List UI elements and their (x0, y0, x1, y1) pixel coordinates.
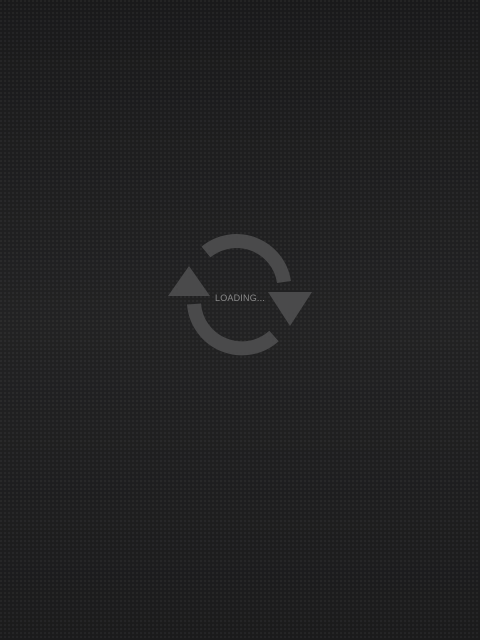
loading-screen: LOADING... (0, 0, 480, 640)
loading-label: LOADING... (214, 293, 265, 303)
loading-indicator: LOADING... (166, 230, 314, 360)
